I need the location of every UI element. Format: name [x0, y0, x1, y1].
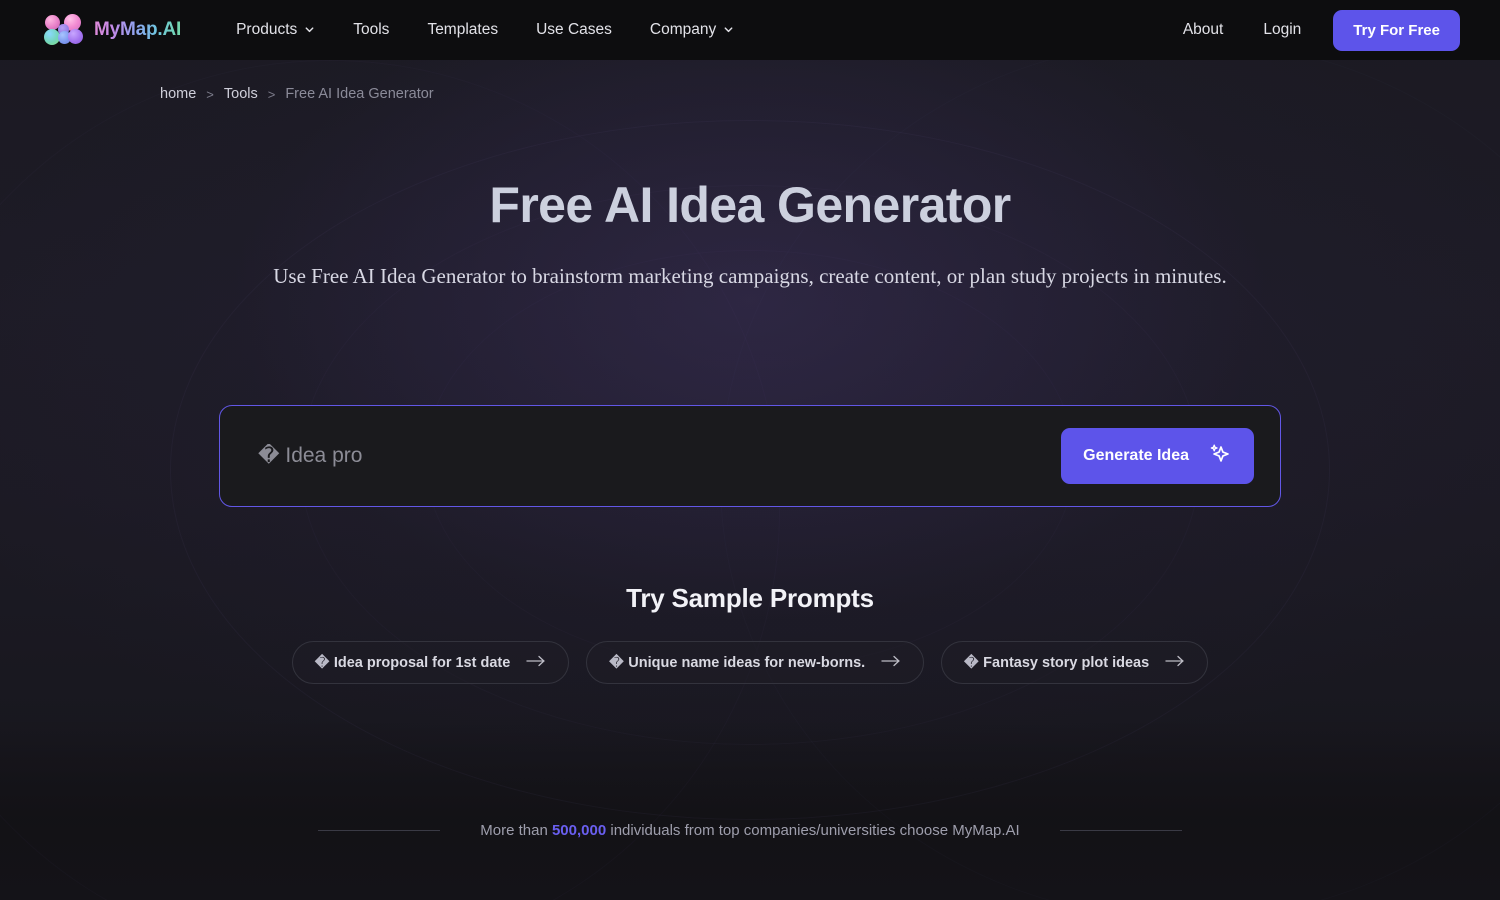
social-proof-text: More than 500,000 individuals from top c…	[480, 822, 1019, 839]
chevron-down-icon	[723, 24, 734, 35]
sample-prompt-label: Fantasy story plot ideas	[983, 654, 1150, 671]
generate-idea-label: Generate Idea	[1083, 447, 1189, 465]
prompt-emoji-icon: �	[314, 654, 330, 671]
nav-item-label: Templates	[427, 21, 499, 38]
breadcrumb-tools[interactable]: Tools	[224, 86, 258, 102]
secondary-navigation: About Login Try For Free	[1163, 9, 1460, 51]
nav-item-label: Company	[649, 21, 717, 38]
nav-link-about[interactable]: About	[1163, 21, 1244, 39]
sample-prompt-chip[interactable]: � Unique name ideas for new-borns.	[586, 641, 925, 685]
prompt-section: Generate Idea	[219, 405, 1281, 508]
page-title: Free AI Idea Generator	[489, 177, 1011, 233]
social-proof-suffix: individuals from top companies/universit…	[606, 822, 1020, 839]
divider-line-left	[318, 830, 441, 831]
idea-prompt-input[interactable]	[258, 444, 1062, 469]
nav-item-label: Products	[236, 21, 298, 38]
sparkles-icon	[1206, 441, 1232, 472]
chevron-down-icon	[304, 24, 315, 35]
arrow-right-icon	[526, 654, 546, 672]
sample-prompt-label: Idea proposal for 1st date	[333, 654, 511, 671]
prompt-emoji-icon: �	[609, 654, 624, 671]
brand-logo-link[interactable]: MyMap.AI	[44, 14, 181, 46]
generate-idea-button[interactable]: Generate Idea	[1061, 428, 1254, 485]
breadcrumb-separator: >	[206, 86, 214, 102]
prompt-box[interactable]: Generate Idea	[219, 405, 1281, 508]
mymap-dots-logo-icon	[44, 14, 84, 46]
sample-prompts-list: � Idea proposal for 1st date � Unique na…	[0, 641, 1500, 685]
page-subtitle: Use Free AI Idea Generator to brainstorm…	[273, 264, 1227, 288]
sample-prompt-chip[interactable]: � Idea proposal for 1st date	[291, 641, 570, 685]
try-for-free-button[interactable]: Try For Free	[1333, 9, 1460, 51]
breadcrumb-current: Free AI Idea Generator	[285, 86, 434, 102]
brand-name: MyMap.AI	[94, 19, 182, 40]
sample-prompt-label: Unique name ideas for new-borns.	[628, 654, 866, 671]
nav-item-label: Tools	[353, 21, 390, 38]
site-header: MyMap.AI Products Tools Templates Use Ca…	[0, 0, 1500, 60]
arrow-right-icon	[881, 654, 901, 672]
social-proof-count: 500,000	[551, 822, 607, 839]
hero-section: Free AI Idea Generator Use Free AI Idea …	[0, 102, 1500, 291]
nav-item-company[interactable]: Company	[631, 0, 753, 60]
sample-prompts-section: Try Sample Prompts � Idea proposal for 1…	[0, 583, 1500, 685]
breadcrumb-home[interactable]: home	[160, 86, 196, 102]
nav-item-tools[interactable]: Tools	[334, 0, 408, 60]
arrow-right-icon	[1165, 654, 1185, 672]
prompt-emoji-icon: �	[964, 654, 979, 671]
nav-item-templates[interactable]: Templates	[408, 0, 517, 60]
sample-prompts-title: Try Sample Prompts	[626, 583, 874, 614]
primary-navigation: Products Tools Templates Use Cases Compa…	[217, 0, 753, 60]
nav-item-use-cases[interactable]: Use Cases	[517, 0, 631, 60]
social-proof-prefix: More than	[480, 822, 552, 839]
breadcrumb-separator: >	[267, 86, 276, 102]
social-proof: More than 500,000 individuals from top c…	[0, 822, 1500, 839]
nav-item-label: Use Cases	[536, 21, 612, 38]
nav-item-products[interactable]: Products	[217, 0, 334, 60]
sample-prompt-chip[interactable]: � Fantasy story plot ideas	[941, 641, 1209, 685]
divider-line-right	[1059, 830, 1182, 831]
nav-link-login[interactable]: Login	[1243, 21, 1321, 39]
breadcrumb: home > Tools > Free AI Idea Generator	[0, 60, 1500, 102]
